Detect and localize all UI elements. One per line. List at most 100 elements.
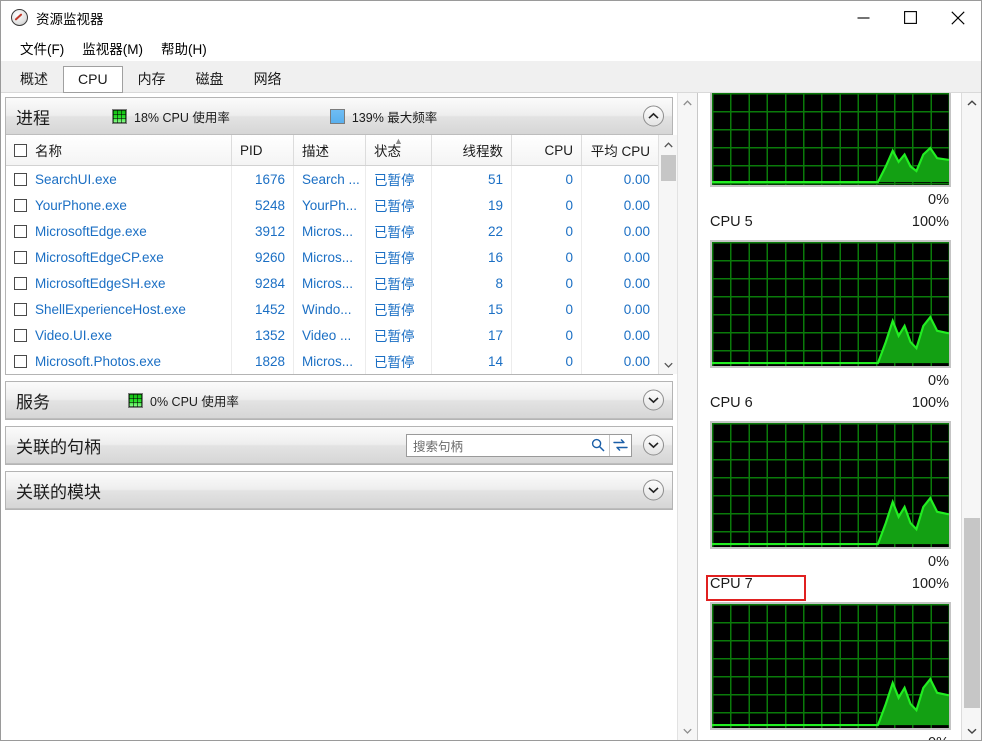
handle-search-input[interactable]: 搜索句柄 [413,436,587,455]
process-name-cell[interactable]: MicrosoftEdgeCP.exe [6,244,232,270]
row-checkbox[interactable] [14,354,27,368]
table-row[interactable]: YourPhone.exe 5248 YourPh... 已暂停 19 0 0.00 [6,192,658,218]
process-threads-cell: 19 [432,192,512,218]
processes-collapse-button[interactable] [643,105,664,127]
left-pane-scrollbar[interactable] [677,93,697,740]
handle-search-box[interactable]: 搜索句柄 [406,433,632,457]
cpu-graph-plot [710,421,951,549]
left-scroll-up-icon[interactable] [678,93,697,112]
table-row[interactable]: ShellExperienceHost.exe 1452 Windo... 已暂停 15… [6,296,658,322]
process-name-cell[interactable]: SearchUI.exe [6,166,232,192]
process-name-label: SearchUI.exe [35,171,117,187]
process-cpu-cell: 0 [512,218,582,244]
column-header-avg-cpu[interactable]: 平均 CPU [582,135,658,165]
process-status-cell: 已暂停 [366,218,432,244]
cpu-graph-min-row: 0% [710,368,951,393]
tab-network[interactable]: 网络 [239,66,297,92]
handles-panel: 关联的句柄 搜索句柄 [5,426,673,465]
process-name-label: ShellExperienceHost.exe [35,301,186,317]
process-status-cell: 已暂停 [366,296,432,322]
process-name-cell[interactable]: MicrosoftEdge.exe [6,218,232,244]
handles-panel-header[interactable]: 关联的句柄 搜索句柄 [6,427,672,464]
graphs-scroll-thumb[interactable] [964,518,980,708]
table-row[interactable]: Video.UI.exe 1352 Video ... 已暂停 17 0 0.00 [6,322,658,348]
row-checkbox[interactable] [14,250,27,264]
minimize-button[interactable] [840,1,887,34]
processes-panel: 进程 18% CPU 使用率 139% 最大频率 名称 PID 描述 ▲ 状态 … [5,97,677,375]
table-row[interactable]: SearchUI.exe 1676 Search ... 已暂停 51 0 0.00 [6,166,658,192]
process-scroll-thumb[interactable] [661,155,676,181]
refresh-icon[interactable] [609,434,631,456]
process-table: 名称 PID 描述 ▲ 状态 线程数 CPU 平均 CPU SearchUI.e… [6,135,677,374]
tab-cpu[interactable]: CPU [63,66,123,93]
column-header-cpu[interactable]: CPU [512,135,582,165]
maximize-button[interactable] [887,1,934,34]
services-cpu-text: 0% CPU 使用率 [150,394,239,409]
modules-panel-header[interactable]: 关联的模块 [6,472,672,509]
table-row[interactable]: MicrosoftEdgeCP.exe 9260 Micros... 已暂停 16 0 0.… [6,244,658,270]
row-checkbox[interactable] [14,198,27,212]
scroll-up-icon[interactable] [659,135,678,154]
table-row[interactable]: Microsoft.Photos.exe 1828 Micros... 已暂停 14 0 0… [6,348,658,374]
process-desc-cell: Video ... [294,322,366,348]
cpu-graph-label-row: CPU 7 100% [706,575,951,602]
column-header-name[interactable]: 名称 [6,135,232,165]
cpu-graph-label-row: CPU 6 100% [710,395,951,421]
table-row[interactable]: MicrosoftEdge.exe 3912 Micros... 已暂停 22 0 0.00 [6,218,658,244]
row-checkbox[interactable] [14,328,27,342]
row-checkbox[interactable] [14,172,27,186]
process-pid-cell: 5248 [232,192,294,218]
cpu-graphs-scrollbar[interactable] [961,93,981,740]
process-name-cell[interactable]: Video.UI.exe [6,322,232,348]
process-name-cell[interactable]: YourPhone.exe [6,192,232,218]
cpu-graph-min-label: 0% [928,735,949,741]
window-title: 资源监视器 [36,11,104,27]
handles-expand-button[interactable] [643,434,664,456]
process-name-cell[interactable]: ShellExperienceHost.exe [6,296,232,322]
scroll-down-icon[interactable] [659,355,678,374]
process-name-label: YourPhone.exe [35,197,127,213]
process-table-body: 名称 PID 描述 ▲ 状态 线程数 CPU 平均 CPU SearchUI.e… [6,135,658,374]
cpu-graph-max-label: 100% [911,576,949,592]
process-cpu-cell: 0 [512,192,582,218]
row-checkbox[interactable] [14,276,27,290]
cpu-graphs-container: 0% CPU 5 100% 0% CPU 6 100% 0% CPU 7 100% 0% [698,93,981,740]
process-name-label: Microsoft.Photos.exe [35,353,162,369]
process-name-label: MicrosoftEdgeCP.exe [35,249,164,265]
process-cpu-cell: 0 [512,244,582,270]
tab-disk[interactable]: 磁盘 [181,66,239,92]
modules-title: 关联的模块 [16,482,101,502]
process-name-cell[interactable]: Microsoft.Photos.exe [6,348,232,374]
services-expand-button[interactable] [643,389,664,411]
column-header-status[interactable]: ▲ 状态 [366,135,432,165]
cpu-graph-block: 0% [710,93,951,212]
process-cpu-cell: 0 [512,296,582,322]
processes-panel-header[interactable]: 进程 18% CPU 使用率 139% 最大频率 [6,98,672,135]
table-row[interactable]: MicrosoftEdgeSH.exe 9284 Micros... 已暂停 8 0 0.0… [6,270,658,296]
column-header-description[interactable]: 描述 [294,135,366,165]
modules-expand-button[interactable] [643,479,664,501]
graphs-scroll-down-icon[interactable] [962,721,981,740]
menu-file[interactable]: 文件(F) [11,36,73,60]
cpu-graph-min-label: 0% [928,553,949,570]
column-header-threads[interactable]: 线程数 [432,135,512,165]
search-icon[interactable] [587,435,609,456]
tab-memory[interactable]: 内存 [123,66,181,92]
menu-monitor[interactable]: 监视器(M) [73,36,152,60]
process-list-scrollbar[interactable] [658,135,677,374]
row-checkbox[interactable] [14,302,27,316]
left-scroll-down-icon[interactable] [678,721,697,740]
close-button[interactable] [934,1,981,34]
graphs-scroll-up-icon[interactable] [962,93,981,112]
blue-square-swatch [329,108,345,124]
sort-ascending-icon: ▲ [394,136,403,146]
select-all-checkbox[interactable] [14,143,27,157]
menu-help[interactable]: 帮助(H) [152,36,216,60]
column-label-name: 名称 [35,144,62,159]
left-pane: 进程 18% CPU 使用率 139% 最大频率 名称 PID 描述 ▲ 状态 … [1,93,677,740]
tab-overview[interactable]: 概述 [5,66,63,92]
process-name-cell[interactable]: MicrosoftEdgeSH.exe [6,270,232,296]
services-panel-header[interactable]: 服务 0% CPU 使用率 [6,382,672,419]
column-header-pid[interactable]: PID [232,135,294,165]
row-checkbox[interactable] [14,224,27,238]
